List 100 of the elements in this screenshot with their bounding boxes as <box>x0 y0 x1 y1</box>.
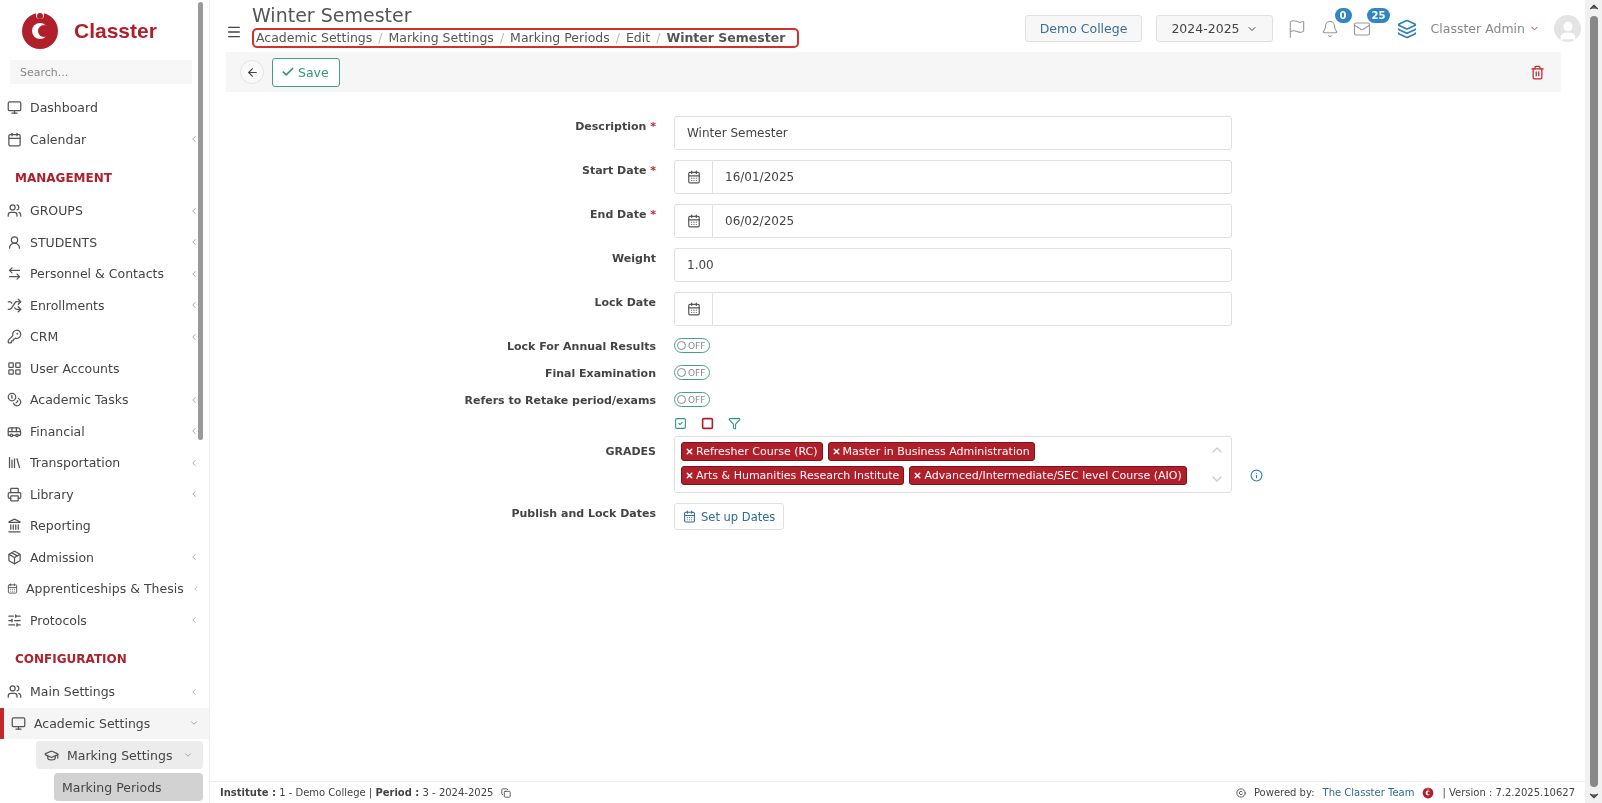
chevron-left-icon <box>189 552 199 563</box>
sidebar-item[interactable]: Library <box>0 478 209 510</box>
filter-icon[interactable] <box>728 417 741 430</box>
toggle-switch[interactable]: OFF <box>674 392 711 407</box>
calendar-icon <box>686 170 701 184</box>
calendar-button[interactable] <box>674 292 713 326</box>
grade-tag[interactable]: Advanced/Intermediate/SEC level Course (AIO) <box>909 466 1187 485</box>
breadcrumb-item[interactable]: Academic Settings <box>256 30 373 45</box>
copyright-icon <box>1235 787 1246 798</box>
calendar-button[interactable] <box>674 204 713 238</box>
menu-icon[interactable] <box>226 24 242 40</box>
sidebar-item[interactable]: User Accounts <box>0 352 209 384</box>
menu-item-icon <box>11 715 26 731</box>
notification-count: 0 <box>1334 7 1352 23</box>
grade-tag[interactable]: Refresher Course (RC) <box>681 442 823 461</box>
text-field[interactable]: Winter Semester <box>674 116 1232 150</box>
menu-item-icon <box>7 266 22 282</box>
sidebar-item[interactable]: Marking Periods <box>54 773 203 801</box>
toggle-switch[interactable]: OFF <box>674 338 711 353</box>
chevron-left-icon <box>189 205 199 216</box>
sidebar-item[interactable]: Academic Settings <box>0 707 209 739</box>
menu-item-icon <box>7 297 22 313</box>
sidebar-item[interactable]: Protocols <box>0 604 209 636</box>
search-field[interactable]: Search... <box>10 60 192 84</box>
sidebar-item[interactable]: STUDENTS <box>0 226 209 258</box>
text-field[interactable]: 1.00 <box>674 248 1232 282</box>
sidebar-item[interactable]: CRM <box>0 321 209 353</box>
field-label: Lock Date <box>593 295 656 309</box>
user-menu[interactable]: Classter Admin <box>1430 21 1540 36</box>
calendar-button[interactable] <box>674 160 713 194</box>
menu-item-icon <box>7 518 22 534</box>
remove-icon[interactable] <box>831 446 841 456</box>
check-icon <box>281 65 295 79</box>
arrow-left-icon <box>245 65 259 79</box>
deselect-all-icon[interactable] <box>701 417 714 430</box>
menu-item-icon <box>44 747 59 763</box>
calendar-icon <box>686 214 701 228</box>
institution-button[interactable]: Demo College <box>1024 15 1143 42</box>
brand-name: Classter <box>74 19 157 44</box>
select-all-icon[interactable] <box>674 417 687 430</box>
chevron-left-icon <box>189 615 199 626</box>
breadcrumb-separator: / <box>656 30 661 45</box>
chevron-left-icon <box>191 583 199 594</box>
copy-icon[interactable] <box>501 787 512 798</box>
chevron-down-icon <box>183 750 193 760</box>
mail-icon[interactable] <box>1352 19 1371 38</box>
sidebar-item[interactable]: Academic Tasks <box>0 384 209 416</box>
sidebar-item[interactable]: Personnel & Contacts <box>0 258 209 290</box>
delete-button[interactable] <box>1530 64 1545 80</box>
chevron-left-icon <box>189 331 199 342</box>
field-label: Start Date * <box>581 163 656 177</box>
menu-item-icon <box>7 131 22 147</box>
remove-icon[interactable] <box>685 446 694 456</box>
sidebar-item[interactable]: Calendar <box>0 123 209 155</box>
toggle-switch[interactable]: OFF <box>674 365 711 380</box>
sidebar-item[interactable]: Transportation <box>0 447 209 479</box>
field-label: Lock For Annual Results <box>505 339 656 353</box>
date-field[interactable]: 16/01/2025 <box>713 160 1232 194</box>
grade-tag[interactable]: Arts & Humanities Research Institute <box>681 466 905 485</box>
menu-item-icon <box>7 234 22 250</box>
sidebar-item[interactable]: Admission <box>0 541 209 573</box>
info-icon[interactable] <box>1250 469 1263 482</box>
breadcrumb-separator: / <box>615 30 620 45</box>
sidebar-item[interactable]: Enrollments <box>0 289 209 321</box>
sidebar-item[interactable]: GROUPS <box>0 195 209 227</box>
remove-icon[interactable] <box>913 470 923 480</box>
grades-select[interactable]: Refresher Course (RC) Master in Business Administration Arts & Humanities Research Institute Advanced/Intermediate/SEC level Course (AIO) <box>674 436 1232 493</box>
scrollbar[interactable] <box>198 2 203 440</box>
section-heading: MANAGEMENT <box>14 170 113 187</box>
set-up-dates-button[interactable]: Set up Dates <box>674 503 785 530</box>
sidebar-item[interactable]: Dashboard <box>0 92 209 124</box>
menu-item-icon <box>7 612 22 628</box>
date-field[interactable]: 06/02/2025 <box>713 204 1232 238</box>
sidebar-item[interactable]: Reporting <box>0 510 209 542</box>
menu-item-icon <box>7 549 22 565</box>
sidebar-item[interactable]: Main Settings <box>0 676 209 708</box>
grade-tag[interactable]: Master in Business Administration <box>827 442 1035 461</box>
team-link[interactable]: The Classter Team <box>1322 787 1415 798</box>
save-button[interactable]: Save <box>272 57 340 87</box>
chevron-left-icon <box>189 489 199 500</box>
chevron-left-icon <box>189 426 199 437</box>
page-scrollbar[interactable] <box>1585 0 1602 803</box>
breadcrumb-item[interactable]: Edit <box>625 30 651 45</box>
date-field[interactable] <box>713 292 1232 326</box>
sidebar-item[interactable]: Apprenticeships & Thesis <box>0 573 209 605</box>
footer-info: Institute : 1 - Demo College | Period : 3 - 2024-2025 <box>220 787 494 798</box>
chevron-left-icon <box>189 686 199 697</box>
sidebar-item[interactable]: Financial <box>0 415 209 447</box>
field-label: Description * <box>574 119 656 133</box>
chevron-left-icon <box>189 300 199 311</box>
breadcrumb-separator: / <box>499 30 505 45</box>
back-button[interactable] <box>240 60 264 84</box>
remove-icon[interactable] <box>685 470 694 480</box>
sidebar-item[interactable]: Marking Settings <box>36 741 203 769</box>
year-select[interactable]: 2024-2025 <box>1156 15 1273 42</box>
breadcrumb-item[interactable]: Marking Periods <box>510 30 610 45</box>
field-label: End Date * <box>589 207 656 221</box>
breadcrumb-item[interactable]: Marking Settings <box>388 30 494 45</box>
calendar-icon <box>686 302 701 316</box>
bell-icon[interactable] <box>1320 19 1339 38</box>
